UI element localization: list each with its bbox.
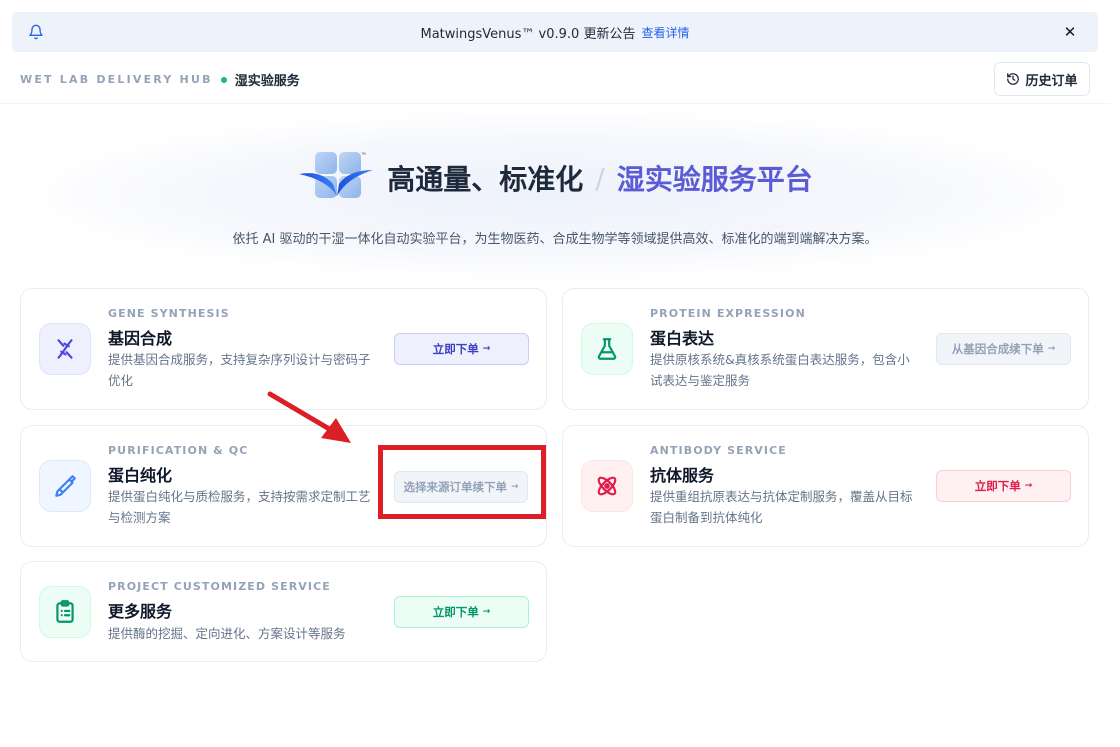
service-title: 基因合成: [108, 329, 173, 348]
service-icon-box: [39, 586, 91, 638]
service-description: 提供重组抗原表达与抗体定制服务，覆盖从目标蛋白制备到抗体纯化: [650, 489, 913, 525]
arrow-right-icon: →: [482, 344, 491, 354]
breadcrumb-hub: WET LAB DELIVERY HUB: [20, 73, 213, 86]
announcement-text: MatwingsVenus™ v0.9.0 更新公告: [420, 26, 636, 42]
continue-from-gene-synthesis-button[interactable]: 从基因合成续下单 →: [936, 333, 1071, 365]
page-header: WET LAB DELIVERY HUB 湿实验服务 历史订单: [0, 56, 1110, 104]
bell-icon[interactable]: [28, 24, 44, 40]
service-icon-box: [581, 323, 633, 375]
matwings-logo: ™: [299, 152, 374, 198]
svg-text:™: ™: [361, 152, 366, 158]
dna-icon: [57, 339, 73, 359]
service-en-title: PURIFICATION & QC: [108, 444, 249, 457]
service-en-title: ANTIBODY SERVICE: [650, 444, 787, 457]
service-title: 更多服务: [108, 602, 173, 621]
order-now-button[interactable]: 立即下单 →: [394, 333, 529, 365]
history-orders-button[interactable]: 历史订单: [994, 62, 1090, 96]
service-description: 提供酶的挖掘、定向进化、方案设计等服务: [108, 626, 346, 641]
service-description: 提供蛋白纯化与质检服务，支持按需求定制工艺与检测方案: [108, 489, 371, 525]
hero-title-separator: /: [595, 161, 605, 195]
close-icon[interactable]: ✕: [1060, 22, 1080, 42]
service-card-protein-expression: PROTEIN EXPRESSION 蛋白表达 提供原核系统&真核系统蛋白表达服…: [562, 288, 1089, 410]
arrow-right-icon: →: [1024, 481, 1033, 491]
order-now-button[interactable]: 立即下单 →: [936, 470, 1071, 502]
button-label: 立即下单: [432, 342, 479, 356]
flask-icon: [597, 338, 617, 360]
hero-title-main: 高通量、标准化: [387, 163, 584, 196]
view-details-link[interactable]: 查看详情: [641, 24, 689, 41]
breadcrumb: WET LAB DELIVERY HUB 湿实验服务: [20, 70, 300, 89]
atom-icon: [597, 476, 617, 496]
service-card-more-services: PROJECT CUSTOMIZED SERVICE 更多服务 提供酶的挖掘、定…: [20, 561, 547, 662]
history-icon: [1007, 73, 1020, 85]
announcement-bar: MatwingsVenus™ v0.9.0 更新公告 查看详情 ✕: [12, 12, 1098, 52]
annotation-arrow: [267, 391, 351, 443]
service-en-title: PROJECT CUSTOMIZED SERVICE: [108, 580, 331, 593]
service-card-antibody: ANTIBODY SERVICE 抗体服务 提供重组抗原表达与抗体定制服务，覆盖…: [562, 425, 1089, 547]
service-en-title: PROTEIN EXPRESSION: [650, 307, 806, 320]
status-dot: [220, 76, 227, 83]
hero-subtitle: 依托 AI 驱动的干湿一体化自动实验平台，为生物医药、合成生物学等领域提供高效、…: [232, 232, 878, 247]
service-icon-box: [39, 323, 91, 375]
arrow-right-icon: →: [1047, 344, 1056, 354]
service-icon-box: [39, 460, 91, 512]
order-now-button[interactable]: 立即下单 →: [394, 596, 529, 628]
service-description: 提供原核系统&真核系统蛋白表达服务，包含小试表达与鉴定服务: [650, 352, 910, 388]
service-icon-box: [581, 460, 633, 512]
clipboard-icon: [56, 600, 74, 623]
history-orders-label: 历史订单: [1025, 73, 1078, 89]
button-label: 从基因合成续下单: [951, 342, 1044, 356]
button-label: 立即下单: [974, 479, 1021, 493]
breadcrumb-current: 湿实验服务: [234, 74, 300, 89]
button-label: 立即下单: [432, 605, 479, 619]
service-title: 抗体服务: [650, 466, 715, 485]
service-title: 蛋白表达: [650, 329, 715, 348]
arrow-right-icon: →: [482, 607, 491, 617]
service-en-title: GENE SYNTHESIS: [108, 307, 230, 320]
service-description: 提供基因合成服务，支持复杂序列设计与密码子优化: [108, 352, 371, 388]
service-title: 蛋白纯化: [108, 466, 173, 485]
annotation-highlight-box: [378, 445, 546, 519]
hero-title: ™ 高通量、标准化 / 湿实验服务平台: [0, 150, 1110, 206]
pipette-icon: [55, 475, 76, 497]
hero-title-accent: 湿实验服务平台: [616, 163, 813, 196]
